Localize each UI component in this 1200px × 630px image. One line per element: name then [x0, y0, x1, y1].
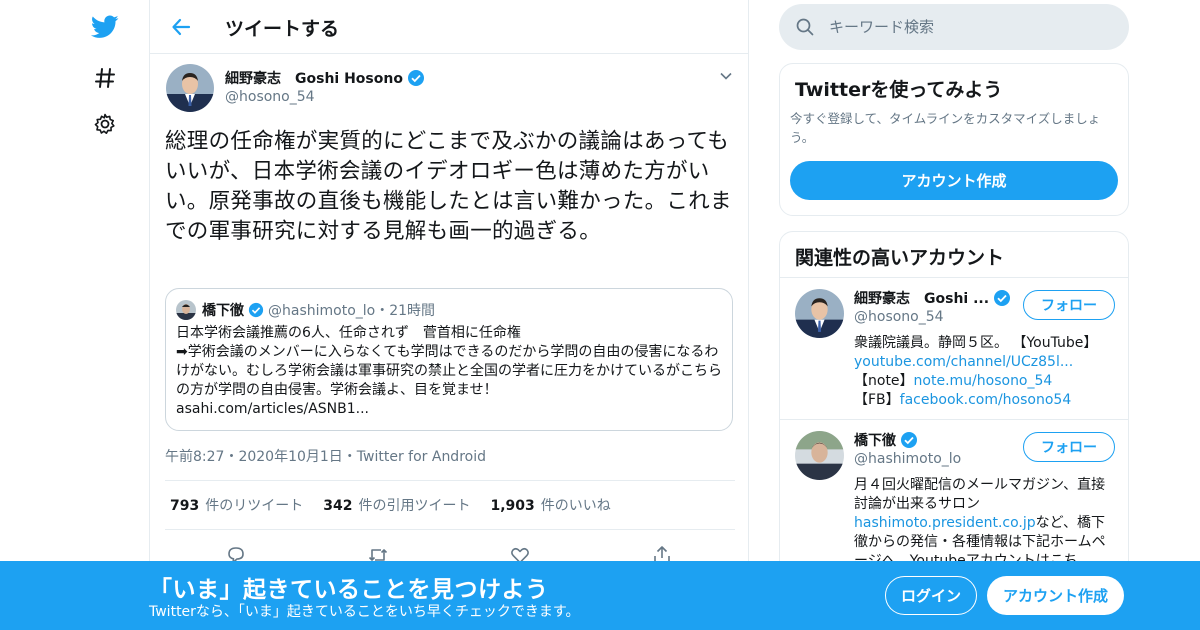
tweet-menu-button[interactable] — [716, 66, 736, 86]
bio-text: 【FB】 — [854, 392, 900, 408]
bio-link[interactable]: hashimoto.president.co.jp — [854, 515, 1036, 531]
tweet-column: ツイートする 細野豪志 Goshi Hosono @hosono_54 総理の任… — [149, 0, 749, 630]
signup-card-description: 今すぐ登録して、タイムラインをカスタマイズしましょう。 — [790, 111, 1101, 145]
gear-icon[interactable] — [90, 109, 120, 139]
banner-subtitle: Twitterなら、「いま」起きていることをいち早くチェックできます。 — [149, 604, 580, 620]
user-avatar[interactable] — [795, 431, 844, 480]
signup-card-title: Twitterを使ってみよう — [795, 79, 1003, 101]
signup-banner: 「いま」起きていることを見つけよう Twitterなら、「いま」起きていることを… — [0, 561, 1200, 630]
tweet-text: 総理の任命権が実質的にどこまで及ぶかの議論はあってもいいが、日本学術会議のイデオ… — [165, 129, 732, 244]
related-accounts-title: 関連性の高いアカウント — [795, 247, 1005, 269]
author-handle[interactable]: @hosono_54 — [225, 89, 315, 105]
quote-meta: @hashimoto_lo・21時間 — [268, 303, 436, 319]
twitter-logo-icon[interactable] — [90, 12, 120, 42]
author-name-text[interactable]: 細野豪志 Goshi Hosono — [225, 68, 403, 88]
follow-button[interactable]: フォロー — [1023, 432, 1115, 462]
bio-text: 衆議院議員。静岡５区。 【YouTube】 — [854, 335, 1098, 351]
search-icon — [796, 18, 814, 36]
author-avatar[interactable] — [166, 64, 214, 112]
quote-avatar — [176, 300, 196, 320]
search-bar — [779, 4, 1129, 50]
quote-author-name: 橋下徹 — [202, 303, 244, 319]
quoted-tweet[interactable]: 橋下徹 @hashimoto_lo・21時間 日本学術会議推薦の6人、任命されず… — [165, 288, 733, 431]
related-accounts-header: 関連性の高いアカウント — [780, 232, 1128, 278]
retweet-count[interactable]: 793 件のリツイート — [170, 495, 303, 515]
user-bio: 衆議院議員。静岡５区。 【YouTube】 youtube.com/channe… — [854, 334, 1116, 410]
stat-number: 342 — [323, 498, 353, 514]
quote-header: 橋下徹 @hashimoto_lo・21時間 — [202, 300, 435, 320]
quote-text: 日本学術会議推薦の6人、任命されず 菅首相に任命権 ➡学術会議のメンバーに入らな… — [176, 325, 722, 417]
login-button[interactable]: ログイン — [885, 576, 977, 615]
search-input[interactable] — [829, 4, 1119, 50]
user-name[interactable]: 細野豪志 Goshi ... — [854, 288, 1011, 308]
user-handle[interactable]: @hosono_54 — [854, 309, 944, 325]
verified-badge-icon — [994, 290, 1011, 306]
user-name-text[interactable]: 細野豪志 Goshi ... — [854, 288, 989, 308]
user-avatar[interactable] — [795, 289, 844, 338]
create-account-button[interactable]: アカウント作成 — [790, 161, 1118, 200]
tweet-timestamp[interactable]: 午前8:27・2020年10月1日・Twitter for Android — [165, 446, 486, 466]
page-title: ツイートする — [225, 18, 340, 40]
author-name[interactable]: 細野豪志 Goshi Hosono — [225, 68, 425, 88]
stat-label: 件のリツイート — [205, 498, 304, 514]
user-name[interactable]: 橋下徹 — [854, 430, 918, 450]
stat-label: 件のいいね — [540, 498, 611, 514]
verified-badge-icon — [901, 432, 917, 448]
hashtag-icon[interactable] — [90, 63, 120, 93]
related-user-row[interactable]: 細野豪志 Goshi ... @hosono_54 フォロー 衆議院議員。静岡５… — [780, 278, 1128, 420]
verified-badge-icon — [248, 302, 264, 318]
stat-number: 793 — [170, 498, 200, 514]
bio-link[interactable]: facebook.com/hosono54 — [900, 392, 1072, 408]
chevron-down-icon — [720, 72, 732, 80]
left-nav — [80, 0, 130, 630]
follow-button[interactable]: フォロー — [1023, 290, 1115, 320]
banner-create-account-button[interactable]: アカウント作成 — [987, 576, 1124, 615]
banner-title: 「いま」起きていることを見つけよう — [149, 577, 549, 603]
like-count[interactable]: 1,903 件のいいね — [490, 495, 610, 515]
quote-tweet-count[interactable]: 342 件の引用ツイート — [323, 495, 470, 515]
bio-text: 【note】 — [854, 373, 914, 389]
signup-card: Twitterを使ってみよう 今すぐ登録して、タイムラインをカスタマイズしましょ… — [779, 63, 1129, 216]
bio-text: 月４回火曜配信のメールマガジン、直接討論が出来るサロン — [854, 477, 1106, 512]
user-name-text[interactable]: 橋下徹 — [854, 430, 896, 450]
verified-badge-icon — [407, 70, 424, 86]
stat-number: 1,903 — [490, 498, 535, 514]
back-button[interactable] — [166, 12, 196, 42]
stat-label: 件の引用ツイート — [358, 498, 471, 514]
bio-link[interactable]: youtube.com/channel/UCz85l... — [854, 354, 1073, 370]
user-bio: 月４回火曜配信のメールマガジン、直接討論が出来るサロン hashimoto.pre… — [854, 476, 1116, 571]
bio-link[interactable]: note.mu/hosono_54 — [914, 373, 1053, 389]
user-handle[interactable]: @hashimoto_lo — [854, 451, 961, 467]
page-header: ツイートする — [150, 0, 749, 54]
tweet-stats: 793 件のリツイート 342 件の引用ツイート 1,903 件のいいね — [165, 480, 735, 530]
arrow-left-icon — [172, 18, 191, 36]
